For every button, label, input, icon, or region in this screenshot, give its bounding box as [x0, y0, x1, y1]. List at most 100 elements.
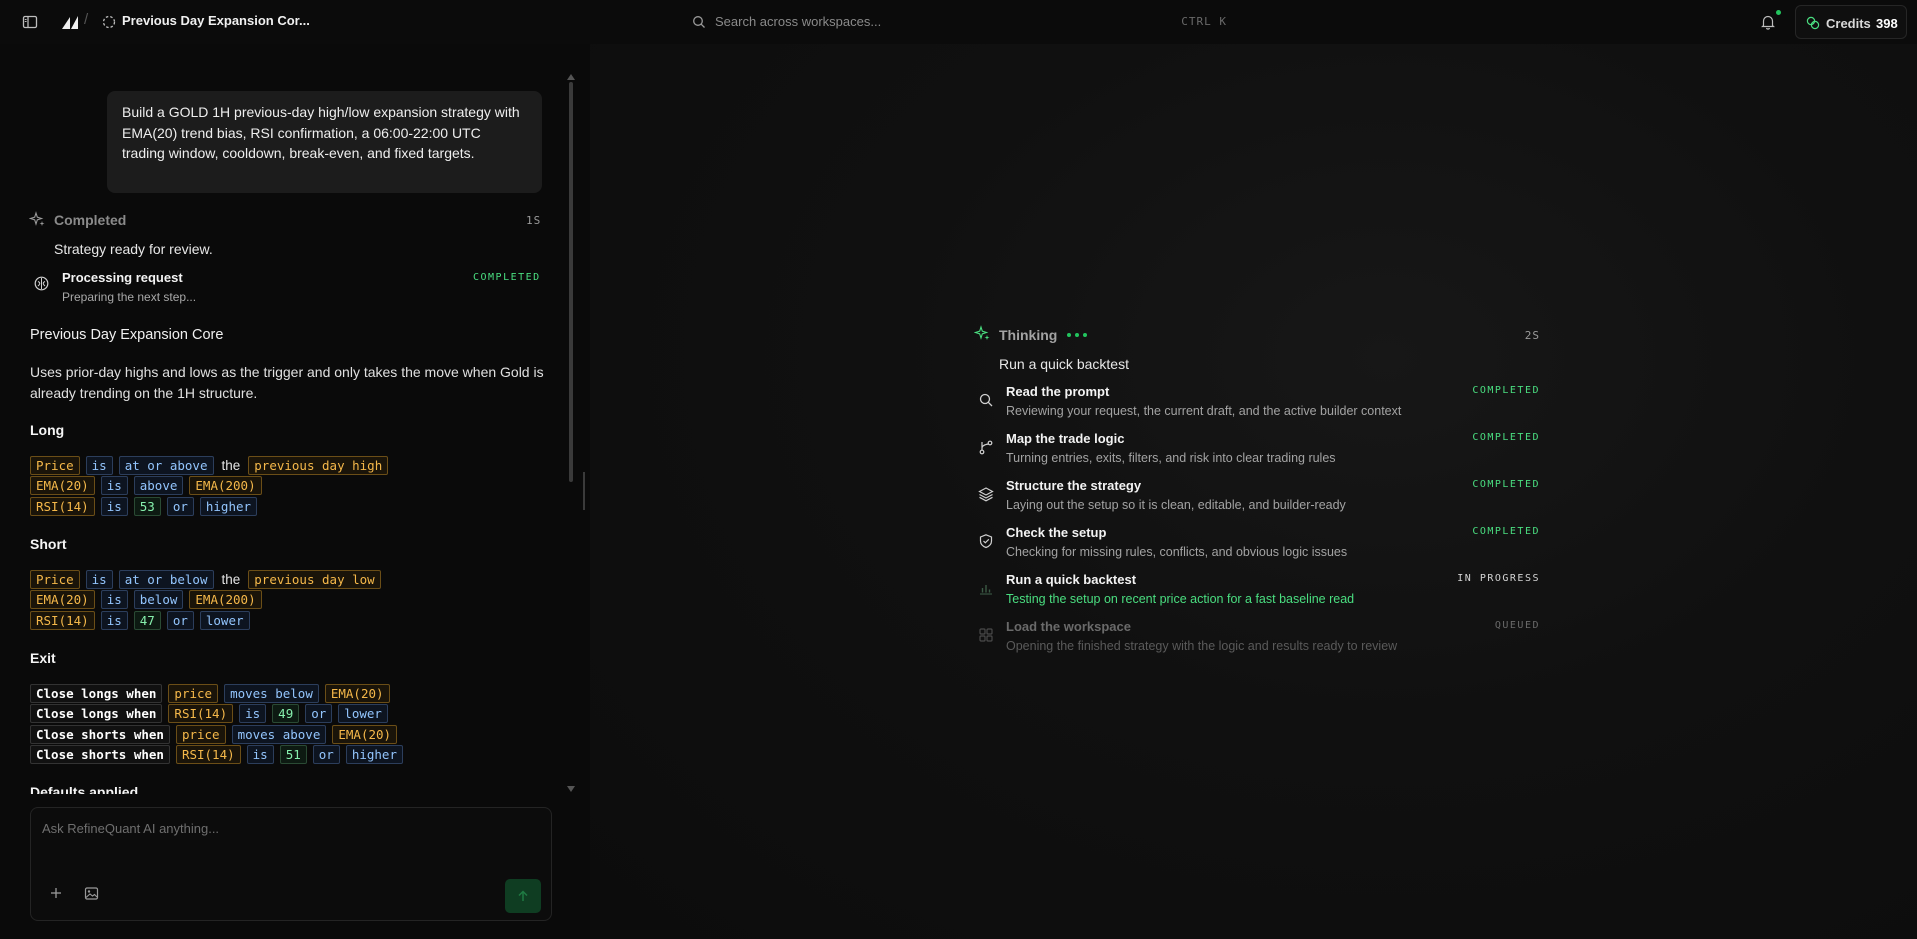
- rule-token-ind[interactable]: RSI(14): [30, 496, 95, 516]
- short-heading: Short: [30, 536, 67, 552]
- rule-token-ind[interactable]: EMA(20): [332, 724, 398, 744]
- rule-token-ind[interactable]: RSI(14): [175, 745, 241, 765]
- logo-icon[interactable]: [60, 13, 82, 31]
- chat-scroll-area[interactable]: Build a GOLD 1H previous-day high/low ex…: [0, 44, 560, 794]
- rule-token-op[interactable]: is: [85, 455, 113, 475]
- rule-token-ind[interactable]: price: [168, 683, 219, 703]
- rule-token-ind[interactable]: EMA(20): [324, 683, 390, 703]
- rule-token-ind[interactable]: previous day high: [248, 455, 389, 475]
- grid-icon: [979, 628, 993, 642]
- rule-token-op[interactable]: higher: [199, 496, 258, 516]
- status-time: 1S: [526, 214, 542, 227]
- rule-token-op[interactable]: or: [305, 704, 333, 724]
- rule-token-ind[interactable]: EMA(200): [189, 476, 262, 496]
- workspace-title[interactable]: Previous Day Expansion Cor...: [122, 13, 310, 28]
- thinking-step-subtitle: Laying out the setup so it is clean, edi…: [1006, 498, 1346, 512]
- rule-token-exit[interactable]: Close longs when: [30, 704, 163, 724]
- rule-token-num[interactable]: 49: [272, 704, 300, 724]
- thinking-dots: [1067, 333, 1087, 337]
- rule-token-op[interactable]: below: [133, 590, 184, 610]
- add-icon[interactable]: [49, 886, 63, 900]
- thinking-step: Run a quick backtest Testing the setup on…: [974, 572, 1540, 618]
- thinking-step-title: Map the trade logic: [1006, 431, 1125, 446]
- thinking-step: Load the workspace Opening the finished s…: [974, 619, 1540, 665]
- bell-icon[interactable]: [1759, 13, 1777, 31]
- rule-token-num[interactable]: 47: [133, 610, 161, 630]
- thinking-step-subtitle: Checking for missing rules, conflicts, a…: [1006, 545, 1348, 559]
- rule-token-ind[interactable]: RSI(14): [168, 704, 234, 724]
- rule-token-op[interactable]: at or below: [118, 569, 214, 589]
- rule-token-op[interactable]: is: [100, 476, 128, 496]
- rule-token-op[interactable]: lower: [199, 610, 250, 630]
- rule-token-ind[interactable]: RSI(14): [30, 610, 95, 630]
- arrow-up-icon: [518, 890, 528, 901]
- thinking-label: Thinking: [999, 327, 1058, 343]
- rule-token-op[interactable]: or: [166, 610, 194, 630]
- processing-step-title: Processing request: [62, 270, 183, 285]
- exit-heading: Exit: [30, 650, 56, 666]
- breadcrumb-separator: /: [84, 11, 89, 28]
- credits-label: Credits: [1826, 16, 1871, 31]
- short-rule: RSI(14) is 47 or lower: [30, 610, 381, 631]
- processing-step-subtitle: Preparing the next step...: [62, 290, 197, 304]
- thinking-step: Structure the strategy Laying out the set…: [974, 478, 1540, 524]
- rule-token-op[interactable]: moves below: [224, 683, 319, 703]
- thinking-step-title: Read the prompt: [1006, 384, 1110, 399]
- rule-token-op[interactable]: moves above: [231, 724, 327, 744]
- rule-token-op[interactable]: or: [166, 496, 194, 516]
- rule-token-ind[interactable]: EMA(20): [30, 590, 95, 610]
- rule-token-op[interactable]: is: [239, 704, 267, 724]
- rule-token-ind[interactable]: previous day low: [248, 569, 381, 589]
- rule-token-op[interactable]: is: [100, 496, 128, 516]
- branch-icon: [979, 440, 993, 455]
- rule-token-exit[interactable]: Close shorts when: [30, 724, 170, 744]
- rule-token-ind[interactable]: EMA(200): [189, 590, 262, 610]
- panel-resize-handle[interactable]: [583, 472, 585, 510]
- rule-token-exit[interactable]: Close shorts when: [30, 745, 170, 765]
- exit-rules: Close longs when price moves below EMA(20) C…: [30, 683, 403, 765]
- rule-token-num[interactable]: 53: [133, 496, 161, 516]
- rule-token-ind[interactable]: Price: [30, 569, 80, 589]
- rule-token-op[interactable]: is: [85, 569, 113, 589]
- rule-token-num[interactable]: 51: [279, 745, 307, 765]
- rule-token-op[interactable]: above: [133, 476, 184, 496]
- rule-token-ind[interactable]: Price: [30, 455, 80, 475]
- credits-button[interactable]: Credits 398: [1795, 5, 1907, 39]
- search-bar[interactable]: Search across workspaces... CTRL K: [690, 10, 1235, 34]
- layers-icon: [978, 487, 994, 502]
- rule-token-ind[interactable]: EMA(20): [30, 476, 95, 496]
- rule-token-op[interactable]: is: [246, 745, 274, 765]
- chat-input[interactable]: Ask RefineQuant AI anything...: [30, 807, 552, 921]
- rule-token-op[interactable]: higher: [345, 745, 403, 765]
- rule-token-exit[interactable]: Close longs when: [30, 683, 163, 703]
- sidebar-toggle-icon[interactable]: [21, 13, 39, 31]
- long-rule: Price is at or above the previous day high: [30, 455, 389, 476]
- image-upload-icon[interactable]: [84, 886, 99, 901]
- rule-token-ind[interactable]: price: [175, 724, 226, 744]
- rule-token-op[interactable]: lower: [338, 704, 388, 724]
- thinking-step-status: COMPLETED: [1472, 479, 1540, 490]
- top-bar: / Previous Day Expansion Cor... Search a…: [0, 0, 1917, 44]
- thinking-step-title: Check the setup: [1006, 525, 1107, 540]
- defaults-heading: Defaults applied: [30, 784, 139, 794]
- rule-token-op[interactable]: is: [100, 610, 128, 630]
- rule-token-op[interactable]: at or above: [118, 455, 214, 475]
- thinking-step: Map the trade logic Turning entries, exit…: [974, 431, 1540, 477]
- send-button[interactable]: [505, 879, 541, 913]
- short-rules: Price is at or below the previous day low EMA…: [30, 569, 381, 631]
- rule-token-op[interactable]: or: [312, 745, 340, 765]
- scroll-up-icon[interactable]: [567, 74, 575, 80]
- exit-rule: Close longs when RSI(14) is 49 or lower: [30, 704, 403, 725]
- processing-step-status: COMPLETED: [473, 272, 541, 283]
- search-icon: [979, 393, 993, 407]
- thinking-step-title: Structure the strategy: [1006, 478, 1142, 493]
- thinking-time: 2S: [1524, 329, 1540, 342]
- chat-scrollbar[interactable]: [569, 82, 573, 482]
- thinking-step-subtitle: Turning entries, exits, filters, and ris…: [1006, 451, 1336, 465]
- exit-rule: Close shorts when RSI(14) is 51 or higher: [30, 745, 403, 766]
- rule-token-op[interactable]: is: [100, 590, 128, 610]
- sparkle-icon: [974, 325, 990, 340]
- rule-token-plain[interactable]: the: [220, 456, 243, 475]
- rule-token-plain[interactable]: the: [220, 570, 243, 589]
- scroll-down-icon[interactable]: [567, 786, 575, 792]
